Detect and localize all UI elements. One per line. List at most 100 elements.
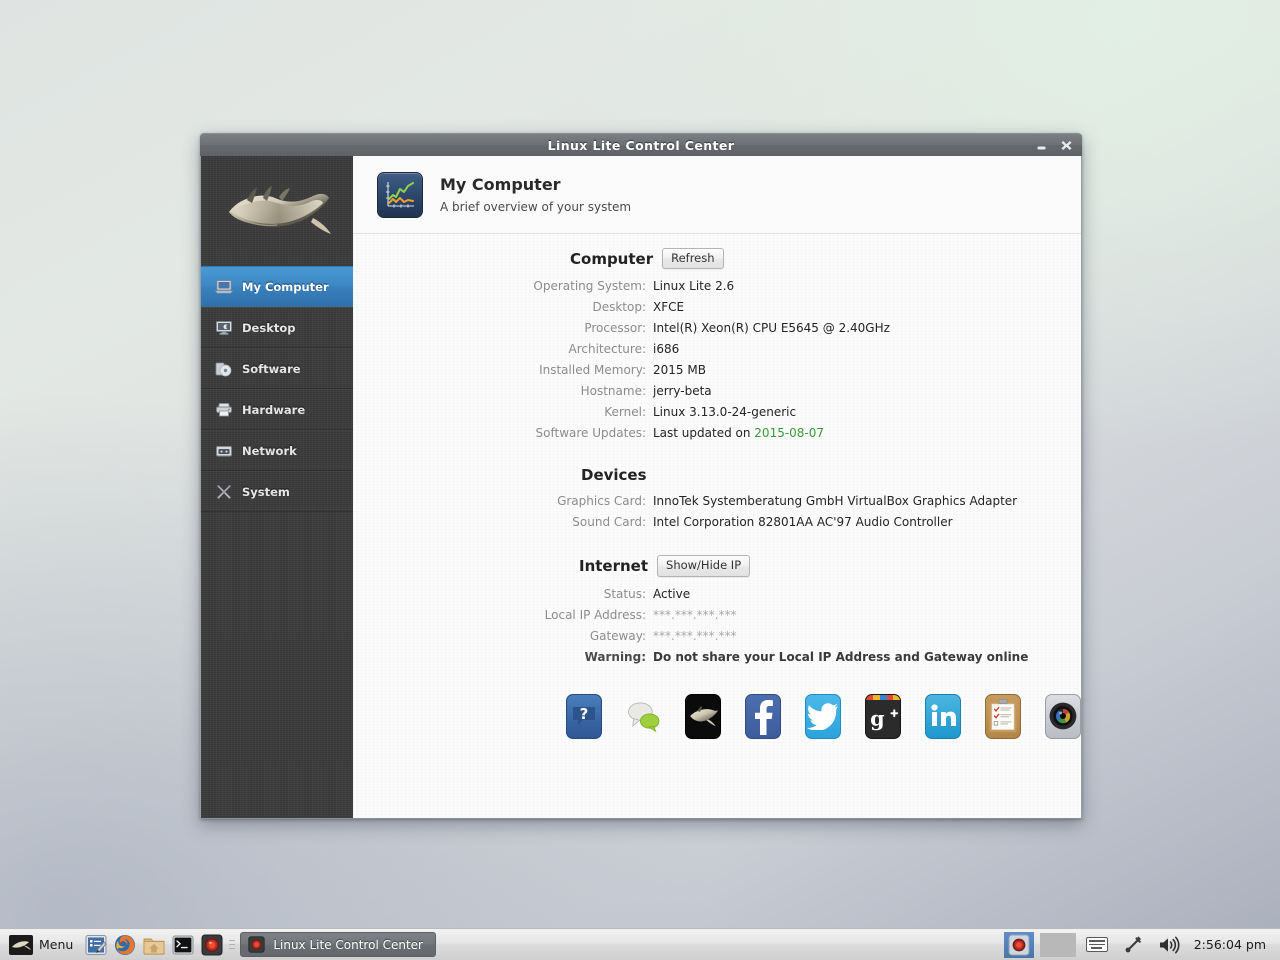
keyboard-layout-icon[interactable] (1082, 932, 1112, 958)
row-key: Architecture: (568, 342, 646, 357)
row-value: i686 (653, 342, 680, 357)
sidebar-item-software[interactable]: Software (201, 348, 353, 389)
bluetooth-icon[interactable] (1118, 932, 1148, 958)
control-center-tray-icon[interactable] (1003, 931, 1034, 958)
show-hide-ip-button[interactable]: Show/Hide IP (657, 555, 751, 577)
row-value: InnoTek Systemberatung GmbH VirtualBox G… (653, 494, 1018, 509)
row-value: ***.***.***.*** (653, 628, 737, 643)
info-row-hostname: Hostname: jerry-beta (353, 384, 1081, 398)
survey-clipboard-icon[interactable] (985, 693, 1022, 739)
section-title-computer: Computer (570, 249, 654, 268)
row-value: XFCE (653, 300, 685, 315)
window-controls (1034, 134, 1074, 157)
row-key: Operating System: (533, 279, 646, 294)
menu-label: Menu (39, 937, 74, 952)
updates-prefix: Last updated on (653, 426, 755, 441)
forum-feather-icon[interactable] (685, 693, 722, 739)
taskbar-separator (229, 935, 236, 955)
status-badge: Active (653, 586, 691, 601)
terminal-icon[interactable] (171, 933, 195, 957)
sidebar: My Computer Desktop Software Hardware Ne… (201, 156, 378, 818)
row-value: 2015 MB (653, 363, 706, 378)
page-header-text: My Computer A brief overview of your sys… (440, 175, 631, 213)
info-row-local-ip: Local IP Address: ***.***.***.*** (353, 608, 1081, 622)
text-editor-icon[interactable] (84, 933, 108, 957)
row-key: Sound Card: (572, 515, 646, 530)
sidebar-item-system[interactable]: System (201, 471, 353, 512)
row-value: Linux 3.13.0-24-generic (653, 405, 797, 420)
content-body: Computer Refresh Operating System: Linux… (353, 234, 1081, 739)
row-key: Kernel: (604, 405, 646, 420)
clock[interactable]: 2:56:04 pm (1190, 937, 1270, 952)
info-row-architecture: Architecture: i686 (353, 342, 1081, 356)
menu-feather-icon (9, 933, 33, 957)
laptop-icon (214, 278, 233, 295)
sidebar-item-label: System (242, 484, 290, 499)
page-subtitle: A brief overview of your system (440, 199, 632, 214)
row-key: Hostname: (580, 384, 646, 399)
devices-section-header: Devices (581, 466, 1081, 484)
window-titlebar[interactable]: Linux Lite Control Center (200, 133, 1082, 156)
linkedin-icon[interactable] (925, 693, 962, 739)
main-content: My Computer A brief overview of your sys… (353, 156, 1081, 818)
volume-icon[interactable] (1154, 932, 1184, 958)
row-value: jerry-beta (653, 384, 712, 399)
minimize-icon[interactable] (1034, 138, 1049, 153)
file-manager-icon[interactable] (142, 933, 166, 957)
social-links-row: ? g (566, 693, 1081, 739)
tools-icon (214, 483, 233, 500)
page-header: My Computer A brief overview of your sys… (353, 156, 1081, 234)
system-tray: 2:56:04 pm (1003, 931, 1274, 958)
taskbar-window-label: Linux Lite Control Center (273, 937, 423, 952)
sidebar-item-network[interactable]: Network (201, 430, 353, 471)
sidebar-item-my-computer[interactable]: My Computer (201, 266, 378, 308)
linux-lite-feather-logo (201, 156, 353, 266)
disc-icon (214, 360, 233, 377)
sidebar-item-hardware[interactable]: Hardware (201, 389, 353, 430)
info-row-sound-card: Sound Card: Intel Corporation 82801AA AC… (353, 515, 1081, 529)
help-icon[interactable]: ? (566, 693, 602, 739)
row-key: Local IP Address: (544, 607, 646, 622)
sidebar-item-desktop[interactable]: Desktop (201, 307, 353, 348)
computer-section-header: Computer Refresh (570, 248, 1081, 270)
row-key: Desktop: (592, 300, 646, 315)
control-center-window: Linux Lite Control Center My Computer De… (200, 133, 1082, 819)
camera-icon[interactable] (1045, 693, 1081, 739)
info-row-gateway: Gateway: ***.***.***.*** (353, 629, 1081, 643)
control-center-icon[interactable] (200, 933, 224, 957)
row-value: Linux Lite 2.6 (653, 279, 735, 294)
desktop: Linux Lite Control Center My Computer De… (0, 0, 1280, 960)
menu-button[interactable]: Menu (6, 931, 79, 959)
window-title: Linux Lite Control Center (547, 137, 735, 153)
window-body: My Computer Desktop Software Hardware Ne… (200, 156, 1082, 819)
close-icon[interactable] (1059, 138, 1074, 153)
row-key: Gateway: (589, 628, 646, 643)
taskbar-window-button[interactable]: Linux Lite Control Center (240, 932, 437, 957)
row-value: Do not share your Local IP Address and G… (653, 649, 1029, 664)
row-value: Last updated on 2015-08-07 (653, 426, 824, 440)
info-row-desktop: Desktop: XFCE (353, 300, 1081, 314)
google-plus-icon[interactable]: g (865, 693, 902, 739)
google-color-bar (866, 694, 901, 700)
chat-bubbles-icon[interactable] (626, 694, 662, 739)
row-key: Software Updates: (535, 426, 646, 441)
updates-date: 2015-08-07 (754, 426, 825, 441)
printer-icon (214, 401, 233, 418)
row-key: Installed Memory: (539, 363, 646, 378)
row-value: ***.***.***.*** (653, 607, 737, 622)
svg-text:g: g (870, 707, 885, 731)
svg-text:?: ? (580, 705, 589, 723)
firefox-icon[interactable] (113, 933, 137, 957)
page-title: My Computer (440, 175, 561, 195)
section-title-internet: Internet (579, 557, 649, 576)
info-row-kernel: Kernel: Linux 3.13.0-24-generic (353, 405, 1081, 419)
sidebar-item-label: My Computer (242, 279, 329, 294)
info-row-operating-system: Operating System: Linux Lite 2.6 (353, 279, 1081, 293)
twitter-icon[interactable] (805, 693, 842, 739)
sidebar-item-label: Network (242, 443, 297, 458)
tray-empty-slot (1039, 932, 1076, 957)
facebook-icon[interactable] (745, 693, 782, 739)
row-value: Intel(R) Xeon(R) CPU E5645 @ 2.40GHz (653, 321, 890, 336)
control-center-task-icon (247, 936, 265, 954)
refresh-button[interactable]: Refresh (662, 248, 724, 270)
